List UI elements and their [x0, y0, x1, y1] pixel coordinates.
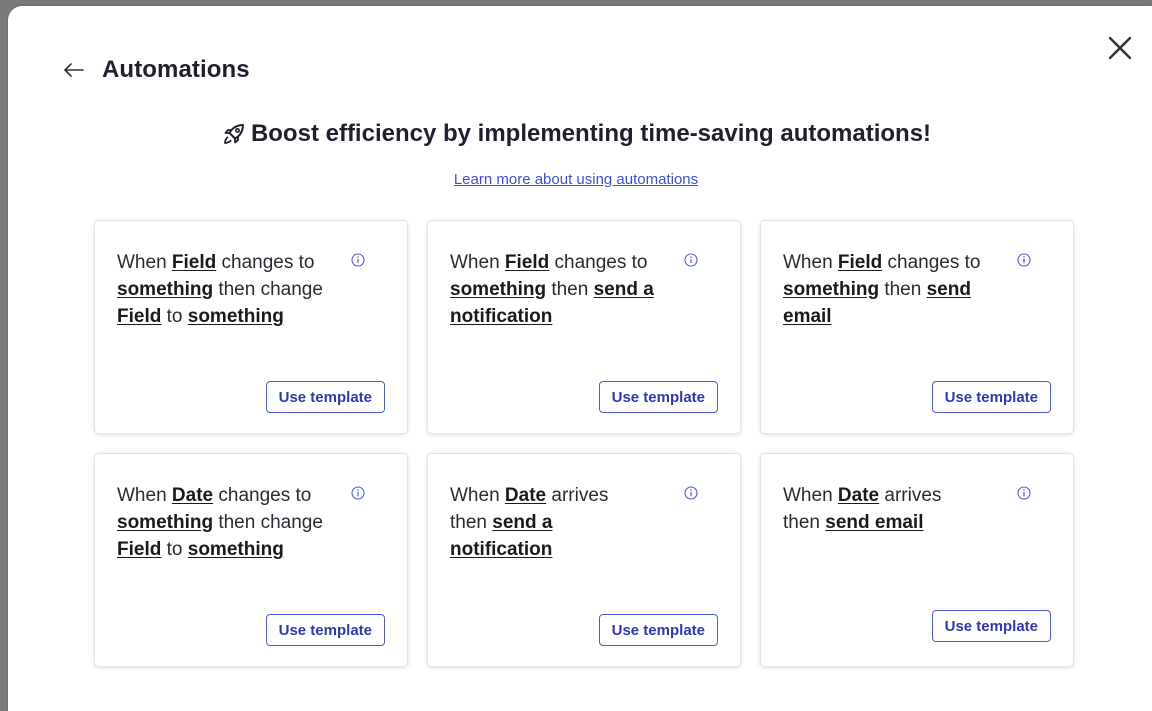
template-description: When Field changes to something then sen…: [783, 249, 1021, 330]
info-icon[interactable]: [1017, 486, 1031, 500]
template-card: When Field changes to something then cha…: [94, 220, 408, 434]
info-icon[interactable]: [684, 486, 698, 500]
arrow-left-icon: [64, 63, 84, 77]
template-keyword: something: [783, 279, 880, 300]
info-icon[interactable]: [1017, 253, 1031, 267]
rocket-icon: [221, 121, 247, 147]
template-description: When Date arrives then send a notificati…: [450, 482, 650, 563]
template-description: When Date changes to something then chan…: [117, 482, 355, 563]
template-text: then change: [213, 279, 323, 300]
info-icon[interactable]: [684, 253, 698, 267]
use-template-button[interactable]: Use template: [598, 381, 718, 413]
template-keyword: something: [117, 512, 214, 533]
learn-more-row: Learn more about using automations: [0, 171, 1152, 188]
template-text: When: [117, 485, 172, 506]
template-text: When: [450, 252, 505, 273]
template-description: When Field changes to something then cha…: [117, 249, 355, 330]
template-text: to: [161, 539, 188, 560]
use-template-button[interactable]: Use template: [931, 381, 1051, 413]
template-keyword: Field: [171, 252, 217, 273]
template-card: When Date arrives then send a notificati…: [427, 453, 741, 667]
use-template-button[interactable]: Use template: [265, 614, 385, 646]
template-card: When Date changes to something then chan…: [94, 453, 408, 667]
page-title: Automations: [102, 56, 250, 83]
template-keyword: send email: [825, 512, 924, 533]
close-icon: [1108, 36, 1132, 60]
template-keyword: Date: [504, 485, 547, 506]
template-keyword: Field: [837, 252, 883, 273]
template-keyword: Date: [837, 485, 880, 506]
template-description: When Field changes to something then sen…: [450, 249, 688, 330]
template-text: to: [161, 306, 188, 327]
template-card: When Field changes to something then sen…: [760, 220, 1074, 434]
template-keyword: Date: [171, 485, 214, 506]
template-text: changes to: [549, 252, 648, 273]
template-text: then: [546, 279, 594, 300]
template-keyword: something: [450, 279, 547, 300]
template-text: changes to: [213, 485, 312, 506]
headline-text: Boost efficiency by implementing time-sa…: [250, 120, 932, 147]
template-keyword: something: [187, 306, 284, 327]
template-keyword: Field: [504, 252, 550, 273]
close-button[interactable]: [1104, 32, 1136, 64]
template-keyword: something: [187, 539, 284, 560]
info-icon[interactable]: [351, 486, 365, 500]
template-text: changes to: [216, 252, 315, 273]
template-text: When: [783, 252, 838, 273]
template-text: When: [783, 485, 838, 506]
template-keyword: something: [117, 279, 214, 300]
template-card: When Field changes to something then sen…: [427, 220, 741, 434]
hero-headline: Boost efficiency by implementing time-sa…: [0, 120, 1152, 148]
template-keyword: Field: [117, 306, 162, 327]
template-text: then: [879, 279, 927, 300]
template-keyword: Field: [117, 539, 162, 560]
info-icon[interactable]: [351, 253, 365, 267]
modal-header: Automations: [60, 54, 250, 86]
template-description: When Date arrives then send email: [783, 482, 983, 536]
back-button[interactable]: [60, 56, 88, 84]
use-template-button[interactable]: Use template: [598, 614, 718, 646]
use-template-button[interactable]: Use template: [931, 610, 1051, 642]
template-text: When: [450, 485, 505, 506]
use-template-button[interactable]: Use template: [265, 381, 385, 413]
learn-more-link[interactable]: Learn more about using automations: [454, 171, 698, 188]
template-text: changes to: [882, 252, 981, 273]
template-text: When: [117, 252, 172, 273]
template-text: then change: [213, 512, 323, 533]
template-card: When Date arrives then send email Use te…: [760, 453, 1074, 667]
